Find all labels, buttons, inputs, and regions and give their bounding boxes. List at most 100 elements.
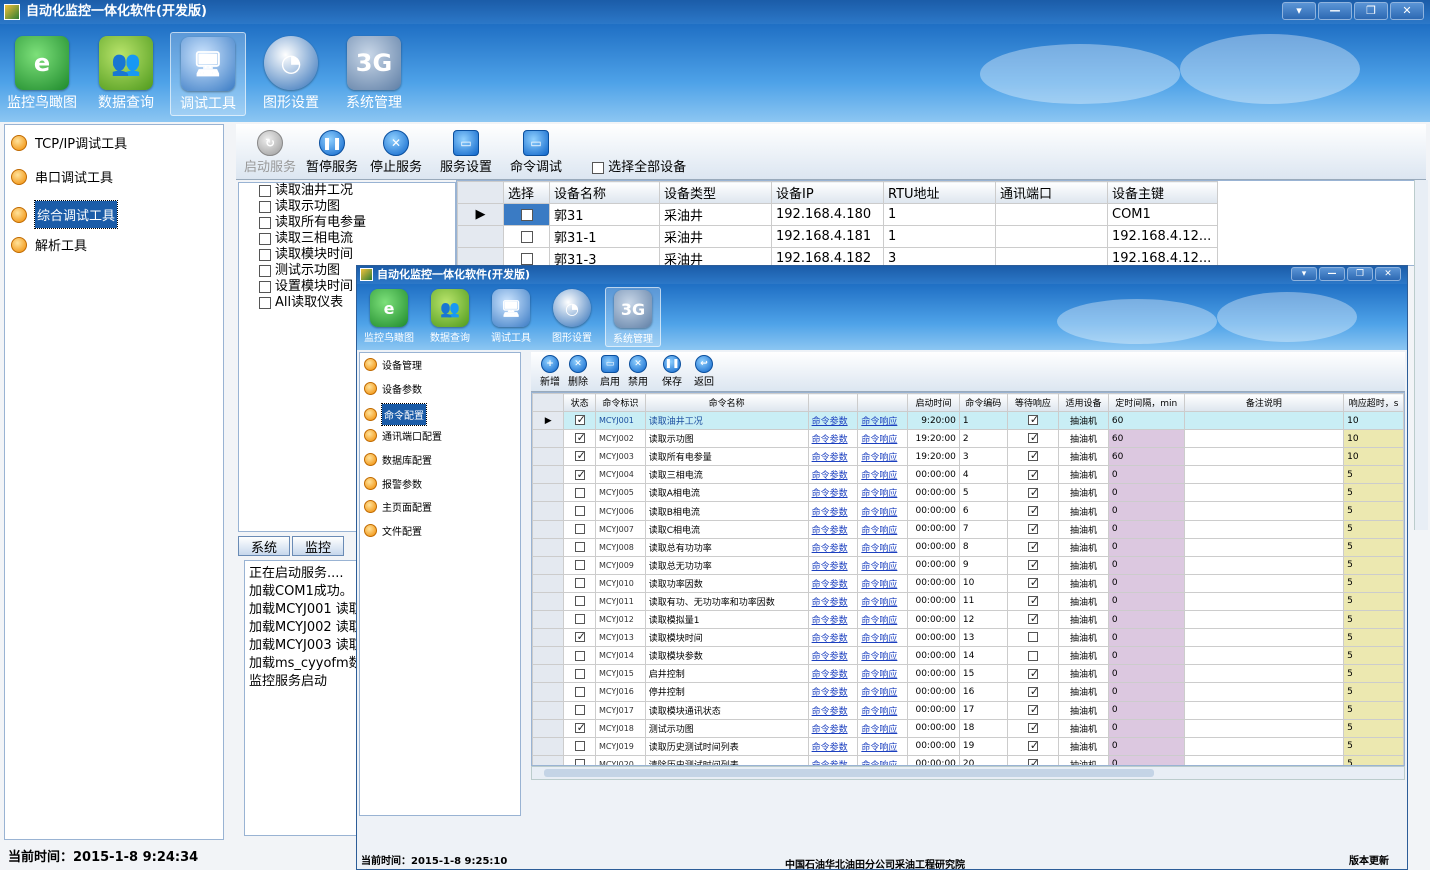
wait-response-cell[interactable] — [1006, 664, 1060, 684]
table-row[interactable]: MCYJ016停井控制命令参数命令响应00:00:0016 抽油机0 5 — [532, 682, 1404, 702]
wait-checkbox[interactable] — [1027, 558, 1039, 571]
wait-response-cell[interactable] — [1006, 682, 1060, 702]
column-header[interactable] — [807, 393, 859, 412]
status-cell[interactable] — [563, 573, 597, 593]
command-response-link[interactable]: 命令响应 — [857, 555, 909, 575]
select-cell[interactable] — [503, 247, 550, 265]
command-response-link[interactable]: 命令响应 — [857, 718, 909, 738]
checkbox[interactable] — [259, 216, 271, 229]
command-params-link[interactable]: 命令参数 — [807, 610, 859, 630]
command-params-link[interactable]: 命令参数 — [807, 501, 859, 521]
checkbox[interactable] — [259, 200, 271, 213]
wait-response-cell[interactable] — [1006, 754, 1060, 765]
column-header[interactable]: 命令名称 — [644, 393, 809, 412]
wait-response-cell[interactable] — [1006, 483, 1060, 503]
status-cell[interactable] — [563, 447, 597, 467]
table-row[interactable]: MCYJ004读取三相电流命令参数命令响应00:00:004 抽油机0 5 — [532, 465, 1404, 485]
status-cell[interactable] — [563, 465, 597, 485]
command-response-link[interactable]: 命令响应 — [857, 591, 909, 612]
checkbox[interactable] — [259, 264, 271, 277]
wait-response-cell[interactable] — [1006, 447, 1060, 467]
status-checkbox[interactable] — [574, 614, 585, 625]
table-row[interactable]: 郭31-3 采油井 192.168.4.182 3 192.168.4.12... — [457, 247, 1218, 265]
column-header[interactable]: RTU地址 — [883, 181, 996, 204]
wait-checkbox[interactable] — [1027, 449, 1039, 462]
table-row[interactable]: MCYJ014 读取模块参数 命令参数 命令响应 00:00:00 14 抽油机 0 5 — [532, 646, 1404, 666]
nav-system[interactable]: 3G 系统管理 — [605, 287, 661, 347]
table-row[interactable]: MCYJ007读取C相电流命令参数命令响应00:00:007 抽油机0 5 — [532, 519, 1404, 539]
status-checkbox[interactable] — [574, 650, 585, 661]
column-header[interactable]: 设备名称 — [549, 181, 660, 204]
back-button[interactable]: ↩ 返回 — [689, 355, 719, 388]
select-cell[interactable] — [503, 225, 550, 248]
command-params-link[interactable]: 命令参数 — [807, 519, 859, 539]
status-checkbox[interactable] — [574, 668, 585, 679]
column-header[interactable]: 状态 — [563, 393, 597, 412]
column-header[interactable]: 定时间隔，min — [1107, 393, 1185, 412]
tree-item[interactable]: 测试示功图 — [259, 263, 366, 279]
command-params-link[interactable]: 命令参数 — [807, 682, 859, 702]
wait-checkbox[interactable] — [1027, 413, 1039, 426]
checkbox[interactable] — [259, 248, 271, 261]
command-response-link[interactable]: 命令响应 — [857, 410, 909, 431]
status-checkbox[interactable] — [574, 487, 585, 498]
wait-checkbox[interactable] — [1027, 650, 1038, 661]
table-row[interactable]: MCYJ020清除历史测试时间列表命令参数命令响应00:00:0020 抽油机0 5 — [532, 754, 1404, 765]
status-cell[interactable] — [563, 736, 597, 756]
table-row[interactable]: MCYJ010读取功率因数命令参数命令响应00:00:0010 抽油机0 5 — [532, 573, 1404, 593]
nav-item[interactable]: 报警参数 — [364, 476, 422, 491]
wait-checkbox[interactable] — [1027, 594, 1039, 607]
command-params-link[interactable]: 命令参数 — [807, 718, 859, 738]
nav-item[interactable]: 数据库配置 — [364, 452, 432, 467]
column-header[interactable]: 设备IP — [771, 181, 884, 204]
tree-item[interactable]: 读取油井工况 — [259, 183, 366, 199]
command-response-link[interactable]: 命令响应 — [857, 429, 909, 449]
command-params-link[interactable]: 命令参数 — [807, 628, 859, 648]
table-row[interactable]: MCYJ015启井控制命令参数命令响应00:00:0015 抽油机0 5 — [532, 664, 1404, 684]
nav-overview[interactable]: e 监控鸟瞰图 — [4, 32, 80, 116]
status-checkbox[interactable] — [574, 578, 585, 589]
wait-checkbox[interactable] — [1027, 468, 1039, 481]
command-params-link[interactable]: 命令参数 — [807, 537, 859, 557]
command-params-link[interactable]: 命令参数 — [807, 664, 859, 684]
wait-checkbox[interactable] — [1027, 504, 1039, 517]
checkbox[interactable] — [520, 230, 533, 243]
status-checkbox[interactable] — [574, 759, 585, 765]
tree-item[interactable]: 设置模块时间 — [259, 279, 366, 295]
table-row[interactable]: MCYJ019读取历史测试时间列表命令参数命令响应00:00:0019 抽油机0 5 — [532, 736, 1404, 756]
status-checkbox[interactable] — [574, 413, 586, 426]
nav-item[interactable]: 文件配置 — [364, 523, 422, 538]
checkbox[interactable] — [259, 280, 271, 293]
wait-checkbox[interactable] — [1027, 522, 1039, 535]
wait-response-cell[interactable] — [1006, 573, 1060, 593]
checkbox[interactable] — [259, 296, 271, 309]
command-response-link[interactable]: 命令响应 — [857, 664, 909, 684]
command-params-link[interactable]: 命令参数 — [807, 646, 859, 666]
nav-item-tcpip[interactable]: TCP/IP调试工具 — [11, 133, 127, 152]
wait-checkbox[interactable] — [1027, 757, 1039, 765]
table-row[interactable]: MCYJ017读取模块通讯状态命令参数命令响应00:00:0017 抽油机0 5 — [532, 700, 1404, 720]
status-cell[interactable] — [563, 537, 597, 557]
wait-checkbox[interactable] — [1027, 632, 1038, 643]
checkbox[interactable] — [259, 232, 271, 245]
nav-debug-tools[interactable]: 🖥 调试工具 — [170, 32, 246, 116]
wait-response-cell[interactable] — [1006, 718, 1060, 738]
scrollbar[interactable] — [1414, 180, 1428, 530]
column-header[interactable]: 设备主键 — [1107, 181, 1218, 204]
table-row[interactable]: MCYJ013读取模块时间命令参数命令响应00:00:0013 抽油机0 5 — [532, 628, 1404, 648]
table-row[interactable]: MCYJ003读取所有电参量命令参数命令响应19:20:003 抽油机60 10 — [532, 447, 1404, 467]
command-response-link[interactable]: 命令响应 — [857, 501, 909, 521]
command-debug-button[interactable]: ▭ 命令调试 — [506, 130, 566, 175]
wait-checkbox[interactable] — [1027, 703, 1039, 716]
wait-response-cell[interactable] — [1006, 410, 1060, 431]
maximize-button[interactable]: ❐ — [1347, 267, 1373, 281]
tree-item[interactable]: All读取仪表 — [259, 295, 366, 311]
checkbox[interactable] — [520, 208, 533, 221]
command-params-link[interactable]: 命令参数 — [807, 447, 859, 467]
command-response-link[interactable]: 命令响应 — [857, 483, 909, 503]
wait-response-cell[interactable] — [1006, 537, 1060, 557]
wait-response-cell[interactable] — [1006, 646, 1060, 666]
wait-checkbox[interactable] — [1027, 431, 1039, 444]
command-response-link[interactable]: 命令响应 — [857, 628, 909, 648]
status-checkbox[interactable] — [574, 686, 585, 697]
